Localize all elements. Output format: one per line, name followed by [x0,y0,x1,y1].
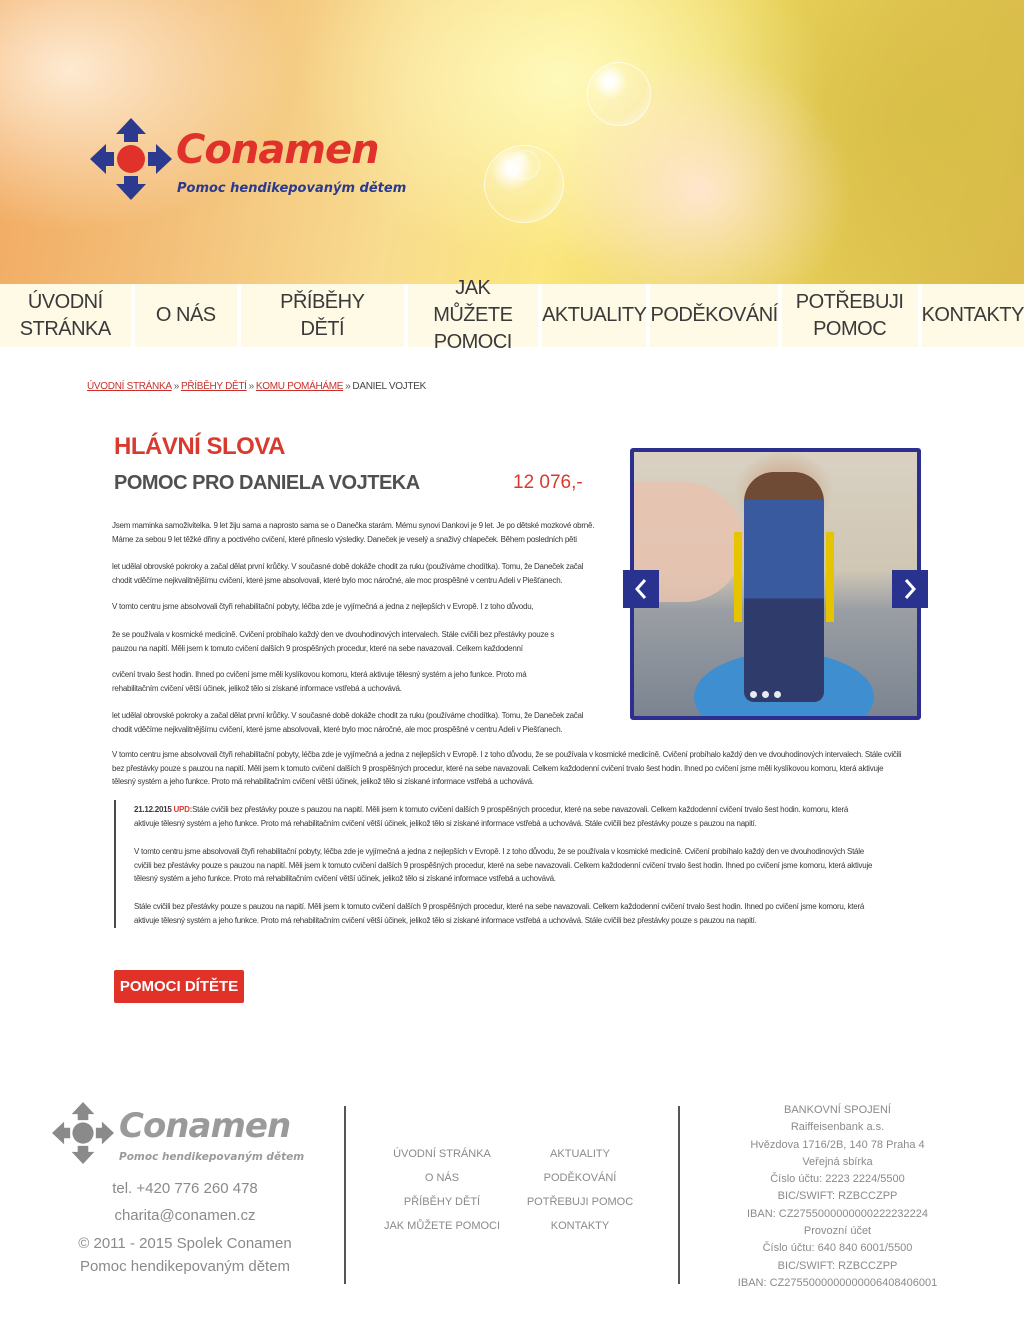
chevron-right-icon [904,579,917,599]
footer-divider [344,1106,346,1284]
nav-item-jak-muzete-pomoci[interactable]: Jak můžete pomoci [407,277,539,353]
nav-item-potrebuji-pomoc[interactable]: Potřebuji pomoc [781,284,918,347]
gallery-dot[interactable] [750,691,757,698]
photo-harness [734,532,834,622]
soap-bubble [587,62,651,126]
footer-org: Pomoc hendikepovaným dětem [79,1258,291,1275]
gallery-prev-button[interactable] [623,570,659,608]
footer-logo[interactable]: Conamen Pomoc hendikepovaným dětem [52,1102,312,1172]
article-paragraph: let udělal obrovské pokroky a začal děla… [112,711,584,734]
collected-amount: 12 076,- [513,472,583,493]
nav-item-o-nas[interactable]: O nás [134,284,238,347]
update-block: 21.12.2015 UPD:Stále cvičili bez přestáv… [114,800,884,928]
gallery-pagination [750,691,781,698]
site-logo[interactable]: Conamen Pomoc hendikepovaným dětem [90,115,420,205]
update-tag: UPD: [173,805,193,814]
breadcrumb-link-beneficiaries[interactable]: Komu pomáháme [256,381,344,392]
bank-iban: IBAN: CZ2755000000000222232224 [746,1207,929,1220]
footer-link-jak-muzete-pomoci[interactable]: Jak můžete pomoci [382,1220,502,1232]
update-date: 21.12.2015 [134,805,172,814]
footer-phone[interactable]: tel. +420 776 260 478 [60,1180,310,1197]
nav-item-uvodni-stranka[interactable]: Úvodní stránka [0,284,131,347]
gallery-next-button[interactable] [892,570,928,608]
soap-bubble [510,150,540,180]
breadcrumb-link-home[interactable]: Úvodní stránka [87,381,172,392]
article-paragraph: cvičení trvalo šest hodin. Ihned po cvič… [112,670,527,693]
breadcrumb-current: Daniel Vojtek [352,381,426,392]
bank-swift: BIC/SWIFT: RZBCCZPP [777,1190,898,1203]
footer-link-kontakty[interactable]: Kontakty [520,1220,640,1232]
article-paragraph: let udělal obrovské pokroky a začal děla… [112,562,584,585]
article-kicker: Hlávní slova [114,433,285,460]
bank-swift: BIC/SWIFT: RZBCCZPP [777,1259,898,1272]
nav-item-podekovani[interactable]: Poděkování [650,284,778,347]
footer-link-potrebuji-pomoc[interactable]: Potřebuji pomoc [520,1196,640,1208]
article-paragraph: že se používala v kosmické medicíně. Cvi… [112,630,555,653]
update-paragraph: Stále cvičili bez přestávky pouze s pauz… [134,902,865,925]
footer-divider [678,1106,680,1284]
footer-link-pribehy-deti[interactable]: Příběhy dětí [382,1196,502,1208]
bank-account-label: Provozní účet [803,1225,872,1238]
footer-logo-tagline: Pomoc hendikepovaným dětem [119,1151,305,1163]
chevron-left-icon [634,579,647,599]
logo-arrows-icon [90,118,172,200]
breadcrumb: Úvodní stránka» Příběhy dětí» Komu pomáhám… [87,381,426,392]
update-paragraph: 21.12.2015 UPD:Stále cvičili bez přestáv… [134,803,874,830]
bank-details: BANKOVNÍ SPOJENÍ Raiffeisenbank a.s. Hvě… [730,1102,945,1292]
gallery-dot[interactable] [762,691,769,698]
gallery-dot[interactable] [774,691,781,698]
footer-link-podekovani[interactable]: Poděkování [520,1172,640,1184]
logo-arrows-icon [52,1102,114,1164]
main-nav: Úvodní stránka O nás Příběhy dětí Jak mů… [0,277,1024,353]
bank-account-number: Číslo účtu: 640 840 6001/5500 [762,1242,913,1255]
logo-name: Conamen [176,127,380,173]
article-paragraph: V tomto centru jsme absolvovali čtyři re… [112,750,902,786]
footer-logo-name: Conamen [119,1106,291,1146]
hero-banner: Conamen Pomoc hendikepovaným dětem [0,0,1024,284]
logo-tagline: Pomoc hendikepovaným dětem [177,181,407,196]
nav-item-pribehy-deti[interactable]: Příběhy dětí [241,284,404,347]
bank-account-label: Veřejná sbírka [802,1155,873,1168]
bank-account-number: Číslo účtu: 2223 2224/5500 [770,1173,905,1186]
footer-link-aktuality[interactable]: Aktuality [520,1148,640,1160]
article-paragraph: V tomto centru jsme absolvovali čtyři re… [112,602,534,611]
footer-copyright: © 2011 - 2015 Spolek Conamen [78,1235,292,1252]
breadcrumb-link-stories[interactable]: Příběhy dětí [181,381,247,392]
photo-gallery [630,448,921,720]
footer-link-uvodni-stranka[interactable]: Úvodní stránka [382,1148,502,1160]
article-paragraph: Jsem maminka samoživitelka. 9 let žiju s… [112,521,595,544]
update-paragraph: V tomto centru jsme absolvovali čtyři re… [134,847,873,883]
footer-email[interactable]: charita@conamen.cz [60,1207,310,1224]
bank-address: Hvězdova 1716/2B, 140 78 Praha 4 [750,1138,925,1151]
page-title: Pomoc pro Daniela Vojteka [114,472,420,494]
help-child-button[interactable]: Pomoci dítěte [114,970,244,1003]
footer-link-o-nas[interactable]: O nás [382,1172,502,1184]
bank-iban: IBAN: CZ2755000000000006408406001 [737,1276,938,1289]
bank-name: Raiffeisenbank a.s. [790,1121,885,1134]
nav-item-kontakty[interactable]: Kontakty [921,284,1024,347]
breadcrumb-separator: » [173,381,180,392]
bank-heading: BANKOVNÍ SPOJENÍ [784,1104,891,1116]
nav-item-aktuality[interactable]: Aktuality [542,284,647,347]
breadcrumb-separator: » [248,381,255,392]
update-text: Stále cvičili bez přestávky pouze s pauz… [134,805,849,828]
breadcrumb-separator: » [345,381,351,392]
